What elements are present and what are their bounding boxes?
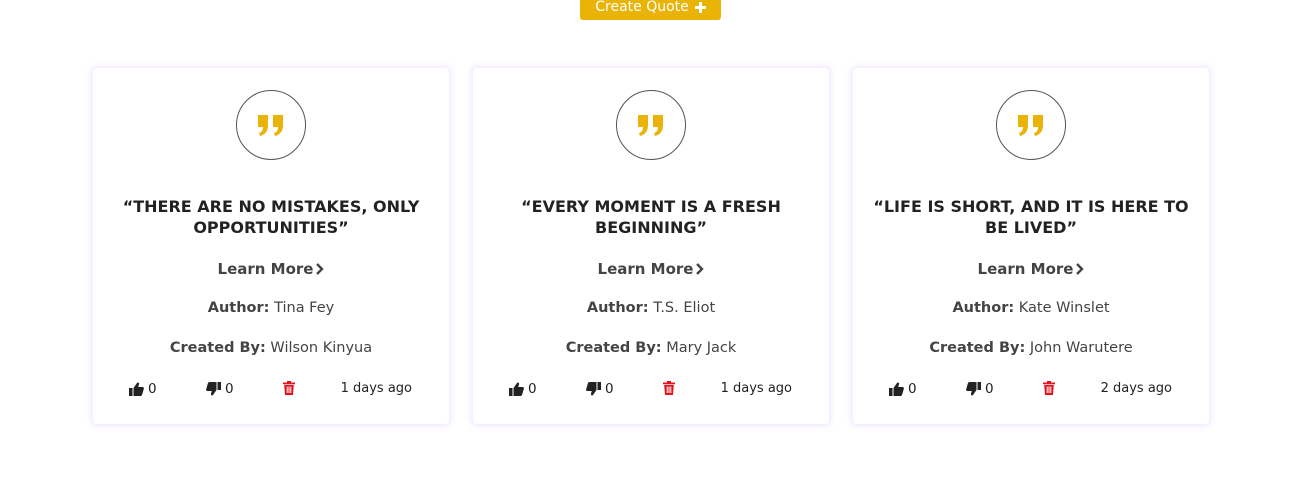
quote-card: “EVERY MOMENT IS A FRESH BEGINNING” Lear… <box>473 68 829 424</box>
like-count: 0 <box>148 381 157 397</box>
learn-more-link[interactable]: Learn More <box>93 260 449 279</box>
quote-text: “THERE ARE NO MISTAKES, ONLY OPPORTUNITI… <box>122 197 420 237</box>
author-name: Kate Winslet <box>1018 300 1110 316</box>
author-line: Author: Kate Winslet <box>853 300 1209 316</box>
created-by-line: Created By: Mary Jack <box>473 340 829 356</box>
dislike-button[interactable]: 0 <box>586 381 614 397</box>
quote-text: “EVERY MOMENT IS A FRESH BEGINNING” <box>521 197 781 237</box>
create-quote-button[interactable]: Create Quote <box>580 0 721 20</box>
learn-more-link[interactable]: Learn More <box>473 260 829 279</box>
quote-icon <box>638 115 663 136</box>
dislike-count: 0 <box>605 381 614 397</box>
created-by-label: Created By: <box>929 340 1026 356</box>
quote-card: “LIFE IS SHORT, AND IT IS HERE TO BE LIV… <box>853 68 1209 424</box>
plus-icon <box>694 1 706 13</box>
like-button[interactable]: 0 <box>129 381 157 397</box>
author-label: Author: <box>586 300 649 316</box>
trash-icon <box>1043 381 1055 395</box>
learn-more-link[interactable]: Learn More <box>853 260 1209 279</box>
time-ago: 1 days ago <box>340 381 412 396</box>
time-ago: 1 days ago <box>720 381 792 396</box>
delete-button[interactable] <box>663 381 675 395</box>
created-by-line: Created By: Wilson Kinyua <box>93 340 449 356</box>
learn-more-label: Learn More <box>597 260 694 278</box>
chevron-right-icon <box>696 261 705 279</box>
thumbs-up-icon <box>509 382 524 396</box>
thumbs-down-icon <box>206 382 221 396</box>
thumbs-up-icon <box>889 382 904 396</box>
chevron-right-icon <box>1076 261 1085 279</box>
created-by-name: John Warutere <box>1029 340 1133 356</box>
quote-card: “THERE ARE NO MISTAKES, ONLY OPPORTUNITI… <box>93 68 449 424</box>
quote-text: “LIFE IS SHORT, AND IT IS HERE TO BE LIV… <box>873 197 1189 237</box>
delete-button[interactable] <box>283 381 295 395</box>
author-label: Author: <box>952 300 1015 316</box>
dislike-button[interactable]: 0 <box>206 381 234 397</box>
thumbs-down-icon <box>966 382 981 396</box>
like-count: 0 <box>528 381 537 397</box>
quote-icon-circle <box>996 90 1066 160</box>
author-line: Author: Tina Fey <box>93 300 449 316</box>
quote-actions: 0 0 1 days ago <box>473 381 829 399</box>
quote-icon <box>1018 115 1043 136</box>
created-by-label: Created By: <box>169 340 266 356</box>
learn-more-label: Learn More <box>217 260 314 278</box>
learn-more-label: Learn More <box>977 260 1074 278</box>
dislike-count: 0 <box>985 381 994 397</box>
thumbs-down-icon <box>586 382 601 396</box>
like-button[interactable]: 0 <box>889 381 917 397</box>
created-by-label: Created By: <box>565 340 662 356</box>
like-count: 0 <box>908 381 917 397</box>
quote-actions: 0 0 2 days ago <box>853 381 1209 399</box>
author-name: Tina Fey <box>274 300 335 316</box>
quote-actions: 0 0 1 days ago <box>93 381 449 399</box>
like-button[interactable]: 0 <box>509 381 537 397</box>
created-by-line: Created By: John Warutere <box>853 340 1209 356</box>
trash-icon <box>283 381 295 395</box>
author-label: Author: <box>207 300 270 316</box>
time-ago: 2 days ago <box>1100 381 1172 396</box>
chevron-right-icon <box>316 261 325 279</box>
dislike-count: 0 <box>225 381 234 397</box>
thumbs-up-icon <box>129 382 144 396</box>
quote-icon-circle <box>236 90 306 160</box>
quote-icon <box>258 115 283 136</box>
create-quote-label: Create Quote <box>595 0 689 15</box>
quote-icon-circle <box>616 90 686 160</box>
dislike-button[interactable]: 0 <box>966 381 994 397</box>
author-line: Author: T.S. Eliot <box>473 300 829 316</box>
created-by-name: Mary Jack <box>666 340 737 356</box>
created-by-name: Wilson Kinyua <box>270 340 373 356</box>
delete-button[interactable] <box>1043 381 1055 395</box>
author-name: T.S. Eliot <box>653 300 716 316</box>
trash-icon <box>663 381 675 395</box>
